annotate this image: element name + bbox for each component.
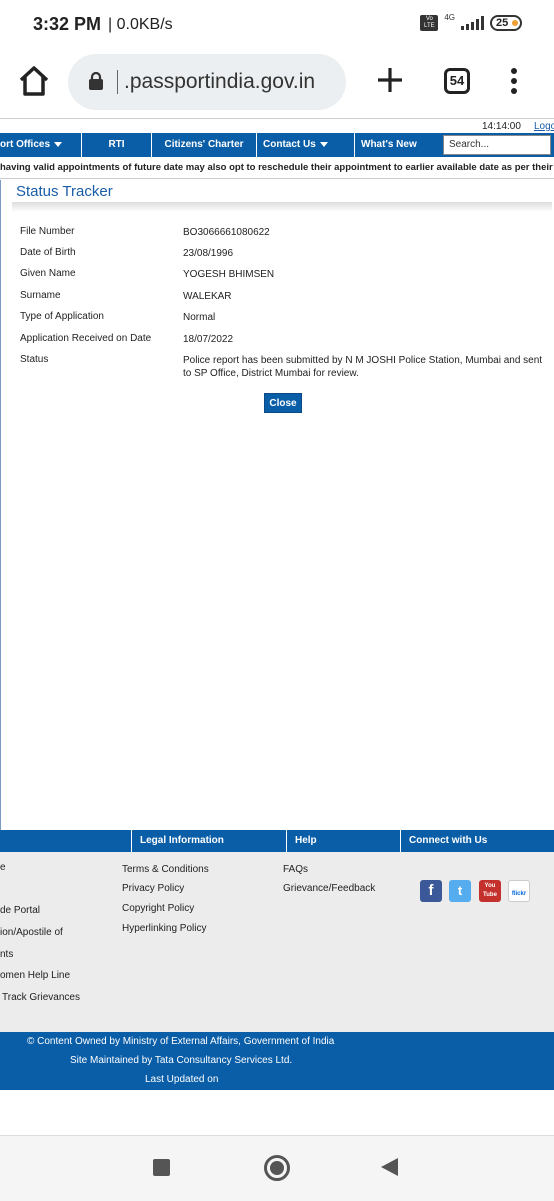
footer-maintained: Site Maintained by Tata Consultancy Serv… <box>70 1055 293 1066</box>
nav-citizens-charter[interactable]: Citizens' Charter <box>152 133 257 157</box>
footer-link[interactable]: e <box>0 862 6 873</box>
system-nav-bar <box>0 1135 554 1201</box>
main-nav: ort Offices RTI Citizens' Charter Contac… <box>0 133 554 157</box>
nav-whats-new[interactable]: What's New <box>355 133 441 157</box>
network-type: 4G <box>444 12 455 22</box>
detail-label: Status <box>20 354 49 365</box>
detail-value: YOGESH BHIMSEN <box>183 269 275 280</box>
nav-label: Citizens' Charter <box>164 139 244 150</box>
detail-label: Application Received on Date <box>20 333 152 344</box>
nav-label: ort Offices <box>0 139 51 150</box>
footer-link[interactable]: de Portal <box>0 905 40 916</box>
detail-value: Normal <box>183 312 216 323</box>
footer-bottom: © Content Owned by Ministry of External … <box>0 1032 554 1090</box>
status-icons: Vo LTE 4G 25 <box>420 12 522 31</box>
twitter-icon[interactable]: t <box>449 880 471 902</box>
detail-label: File Number <box>20 226 75 237</box>
facebook-icon[interactable]: f <box>420 880 442 902</box>
nav-label: What's New <box>361 139 417 150</box>
nav-rti[interactable]: RTI <box>82 133 152 157</box>
detail-label: Type of Application <box>20 311 104 322</box>
title-divider <box>12 202 552 212</box>
footer-header: Legal Information Help Connect with Us <box>0 830 554 852</box>
footer-link-hyperlinking[interactable]: Hyperlinking Policy <box>122 923 206 934</box>
back-icon[interactable] <box>381 1158 398 1176</box>
detail-label: Given Name <box>20 268 76 279</box>
network-speed: | 0.0KB/s <box>108 16 173 33</box>
home-icon[interactable] <box>17 64 51 98</box>
footer-link-terms[interactable]: Terms & Conditions <box>122 864 209 875</box>
clock: 3:32 PM <box>33 14 102 34</box>
tab-switcher-button[interactable]: 54 <box>444 68 470 94</box>
footer-link-privacy[interactable]: Privacy Policy <box>122 883 184 894</box>
nav-label: RTI <box>108 139 125 150</box>
home-nav-icon[interactable] <box>264 1155 290 1181</box>
caret-down-icon <box>54 141 63 147</box>
detail-value: BO3066661080622 <box>183 227 270 238</box>
footer-link-grievance[interactable]: Grievance/Feedback <box>283 883 375 894</box>
footer-link[interactable]: nts <box>0 949 13 960</box>
footer-link-copyright[interactable]: Copyright Policy <box>122 903 194 914</box>
nav-label: Contact Us <box>263 139 316 150</box>
detail-label: Date of Birth <box>20 247 76 258</box>
footer-links <box>0 852 554 1032</box>
footer-heading-help: Help <box>286 830 400 852</box>
lock-icon <box>89 72 103 90</box>
footer-ownership: © Content Owned by Ministry of External … <box>27 1036 335 1047</box>
status-text: Police report has been submitted by N M … <box>183 355 543 379</box>
site-time: 14:14:00 <box>482 121 521 132</box>
footer-last-updated: Last Updated on <box>145 1074 219 1085</box>
url-text[interactable]: .passportindia.gov.in <box>124 70 315 94</box>
footer-heading-connect: Connect with Us <box>400 830 554 852</box>
flickr-icon[interactable]: flickr <box>508 880 530 902</box>
detail-value: 18/07/2022 <box>183 334 234 345</box>
logout-link[interactable]: Logo <box>534 121 554 132</box>
browser-toolbar: .passportindia.gov.in 54 <box>0 52 554 110</box>
news-ticker: having valid appointments of future date… <box>0 158 554 179</box>
volte-icon: Vo LTE <box>420 15 439 31</box>
nav-contact-us[interactable]: Contact Us <box>257 133 355 157</box>
site-search-input[interactable]: Search... <box>443 135 551 155</box>
more-menu-icon[interactable] <box>504 68 524 98</box>
recents-icon[interactable] <box>153 1159 170 1176</box>
status-bar: 3:32 PM | 0.0KB/s Vo LTE 4G 25 <box>0 0 554 50</box>
youtube-icon[interactable]: You Tube <box>479 880 501 902</box>
address-bar[interactable]: .passportindia.gov.in <box>68 54 346 110</box>
detail-label: Surname <box>20 290 61 301</box>
caret-down-icon <box>319 141 328 147</box>
footer-link[interactable]: omen Help Line <box>0 970 70 981</box>
footer-link-faqs[interactable]: FAQs <box>283 864 308 875</box>
footer-link[interactable]: ion/Apostile of <box>0 927 63 938</box>
battery-level: 25 <box>496 17 509 29</box>
battery-icon: 25 <box>490 15 522 31</box>
signal-icon <box>461 16 484 30</box>
detail-value: WALEKAR <box>183 291 232 302</box>
url-separator <box>117 70 118 94</box>
detail-value: 23/08/1996 <box>183 248 234 259</box>
content-border <box>0 180 1 830</box>
page-title: Status Tracker <box>16 183 113 200</box>
footer-heading-legal: Legal Information <box>131 830 286 852</box>
nav-passport-offices[interactable]: ort Offices <box>0 133 82 157</box>
new-tab-icon[interactable] <box>376 66 404 94</box>
close-button[interactable]: Close <box>264 393 302 413</box>
footer-link[interactable]: Track Grievances <box>2 992 80 1003</box>
